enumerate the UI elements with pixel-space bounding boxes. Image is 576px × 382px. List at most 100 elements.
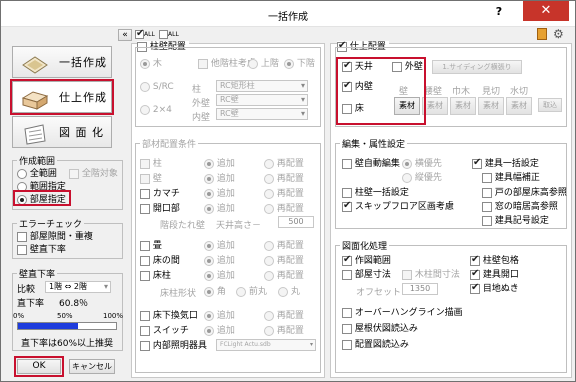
help-button[interactable]: ? <box>489 5 509 23</box>
gap-checkbox[interactable]: 部屋隙間・重複 <box>17 231 93 243</box>
parts-add-radio[interactable]: 追加 <box>204 173 235 185</box>
lower-floor-radio[interactable]: 下階 <box>284 58 315 70</box>
light-select[interactable]: FCLight Actu.sdb <box>216 339 316 351</box>
draw-range-checkbox[interactable]: 作図範囲 <box>342 254 391 267</box>
parts-row-tatami[interactable]: 畳 <box>140 240 162 252</box>
two-by-four-radio[interactable]: 2×4 <box>140 104 172 116</box>
wall-select[interactable]: RC壁 <box>216 94 308 106</box>
parts-replace-radio[interactable]: 再配置 <box>264 173 304 185</box>
habaki-header: 巾木 <box>452 87 471 97</box>
parts-row-toko-pillar[interactable]: 床柱 <box>140 270 171 282</box>
joint-checkbox[interactable]: 目地ぬき <box>470 282 519 295</box>
parts-add-radio[interactable]: 追加 <box>204 240 235 252</box>
bulk-create-button[interactable]: 一括作成 <box>12 46 112 78</box>
parts-add-radio[interactable]: 追加 <box>204 255 235 267</box>
collapse-button[interactable]: « <box>118 29 132 41</box>
roof-import-checkbox[interactable]: 屋根伏図読込み <box>342 323 418 335</box>
import-button[interactable]: 取込 <box>538 98 562 112</box>
wall-ratio-checkbox[interactable]: 壁直下率 <box>17 244 66 256</box>
parts-add-radio[interactable]: 追加 <box>204 325 235 337</box>
room-dim-checkbox[interactable]: 部屋寸法 <box>342 269 391 281</box>
parts-row-opening[interactable]: 開口部 <box>140 203 180 215</box>
dialog-window: 一括作成 ? ✕ « ALL ALL ⚙ 一括作成 仕上作成 図 面 化 作成範… <box>0 0 576 382</box>
gear-icon[interactable]: ⚙ <box>553 28 566 41</box>
drawing-label: 図 面 化 <box>59 126 104 139</box>
parts-row-switch[interactable]: スイッチ <box>140 325 189 337</box>
ratio-progress-bar <box>17 322 117 330</box>
ceiling-height-input[interactable]: 500 <box>278 216 314 228</box>
parts-replace-radio[interactable]: 再配置 <box>264 270 304 282</box>
uncheck-all-button[interactable]: ALL <box>159 30 179 40</box>
parts-replace-radio[interactable]: 再配置 <box>264 188 304 200</box>
parts-row-wall[interactable]: 壁 <box>140 173 162 185</box>
wood-pillar-dim-checkbox[interactable]: 木柱間寸法 <box>402 269 460 281</box>
error-group-title: エラーチェック <box>17 217 85 230</box>
parts-replace-radio[interactable]: 再配置 <box>264 203 304 215</box>
pillar-select[interactable]: RC矩形柱 <box>216 80 308 92</box>
parts-row-vent[interactable]: 床下換気口 <box>140 310 198 322</box>
pillar-wall-bulk-checkbox[interactable]: 柱壁一括設定 <box>342 187 409 199</box>
wood-radio[interactable]: 木 <box>140 58 162 70</box>
parts-replace-radio[interactable]: 再配置 <box>264 240 304 252</box>
parts-row-light[interactable]: 内部照明器具 <box>140 340 207 352</box>
column-wall-group: 木 他階柱考慮 上階 下階 S/RC 柱 RC矩形柱 外壁 RC壁 2×4 内壁… <box>135 47 321 127</box>
parts-add-radio[interactable]: 追加 <box>204 188 235 200</box>
book-icon[interactable] <box>537 28 547 40</box>
auto-edit-checkbox[interactable]: 壁自動編集 <box>342 158 400 170</box>
pillar-pack-checkbox[interactable]: 柱壁包格 <box>470 254 519 267</box>
fitting-code-checkbox[interactable]: 建具記号設定 <box>482 215 549 227</box>
mikiri-header: 見切 <box>482 87 501 97</box>
vertical-priority-radio[interactable]: 縦優先 <box>402 172 442 184</box>
shape-square-radio[interactable]: 角 <box>204 286 226 298</box>
scope-all-radio[interactable]: 全範囲 <box>17 168 57 180</box>
siding-button[interactable]: 1.サイディング横張り <box>432 60 522 74</box>
cancel-button[interactable]: キャンセル <box>69 359 115 374</box>
habaki-material-button[interactable]: 素材 <box>450 97 476 115</box>
parts-add-radio[interactable]: 追加 <box>204 158 235 170</box>
edit-attr-group: 編集・属性設定 壁自動編集 横優先 縦優先 柱壁一括設定 スキップフロア区画考慮… <box>335 137 567 229</box>
drawing-icon <box>21 123 49 145</box>
shape-front-round-radio[interactable]: 前丸 <box>236 286 267 298</box>
overhang-checkbox[interactable]: オーバーハングライン描画 <box>342 307 463 319</box>
tick-50: 50% <box>57 312 73 320</box>
inner-wall-select[interactable]: RC壁 <box>216 108 308 120</box>
parts-replace-radio[interactable]: 再配置 <box>264 310 304 322</box>
offset-input[interactable]: 1350 <box>402 283 438 295</box>
fitting-width-checkbox[interactable]: 建具幅補正 <box>482 172 540 184</box>
empty-box-icon <box>159 30 168 39</box>
scope-all-target-checkbox[interactable]: 全階対象 <box>69 168 118 180</box>
parts-add-radio[interactable]: 追加 <box>204 270 235 282</box>
parts-replace-radio[interactable]: 再配置 <box>264 325 304 337</box>
bulk-create-label: 一括作成 <box>59 56 107 69</box>
drawing-button[interactable]: 図 面 化 <box>12 116 112 148</box>
parts-replace-radio[interactable]: 再配置 <box>264 255 304 267</box>
ceiling-height-label: 天井高さ－ <box>216 221 262 231</box>
horizontal-priority-radio[interactable]: 横優先 <box>402 158 442 170</box>
parts-add-radio[interactable]: 追加 <box>204 310 235 322</box>
window-ref-checkbox[interactable]: 窓の暗居高参照 <box>482 201 558 213</box>
parts-row-pillar[interactable]: 柱 <box>140 158 162 170</box>
check-all-button[interactable]: ALL <box>135 28 155 40</box>
upper-floor-radio[interactable]: 上階 <box>248 58 279 70</box>
fitting-opening-checkbox[interactable]: 建具開口 <box>470 268 519 281</box>
close-button[interactable]: ✕ <box>523 1 569 21</box>
compare-select[interactable]: 1階 ⇔ 2階 <box>45 281 111 293</box>
checked-box-icon <box>135 28 144 39</box>
src-radio[interactable]: S/RC <box>140 81 174 93</box>
mizukiri-material-button[interactable]: 素材 <box>506 97 532 115</box>
error-check-group: エラーチェック 部屋隙間・重複 壁直下率 <box>12 217 123 259</box>
highlight-frame <box>13 190 71 206</box>
drawing-group-title: 図面化処理 <box>340 239 390 252</box>
parts-row-kamachi[interactable]: カマチ <box>140 188 180 200</box>
skip-floor-checkbox[interactable]: スキップフロア区画考慮 <box>342 200 454 213</box>
parts-add-radio[interactable]: 追加 <box>204 203 235 215</box>
parts-replace-radio[interactable]: 再配置 <box>264 158 304 170</box>
offset-label: オフセット <box>356 288 402 298</box>
door-floor-ref-checkbox[interactable]: 戸の部屋床高参照 <box>482 187 567 199</box>
parts-row-tokonoma[interactable]: 床の間 <box>140 255 180 267</box>
inner-wall-label: 内壁 <box>192 113 211 123</box>
layout-import-checkbox[interactable]: 配置図読込み <box>342 339 409 351</box>
fitting-bulk-checkbox[interactable]: 建具一括設定 <box>472 157 539 170</box>
shape-round-radio[interactable]: 丸 <box>278 286 300 298</box>
mikiri-material-button[interactable]: 素材 <box>478 97 504 115</box>
